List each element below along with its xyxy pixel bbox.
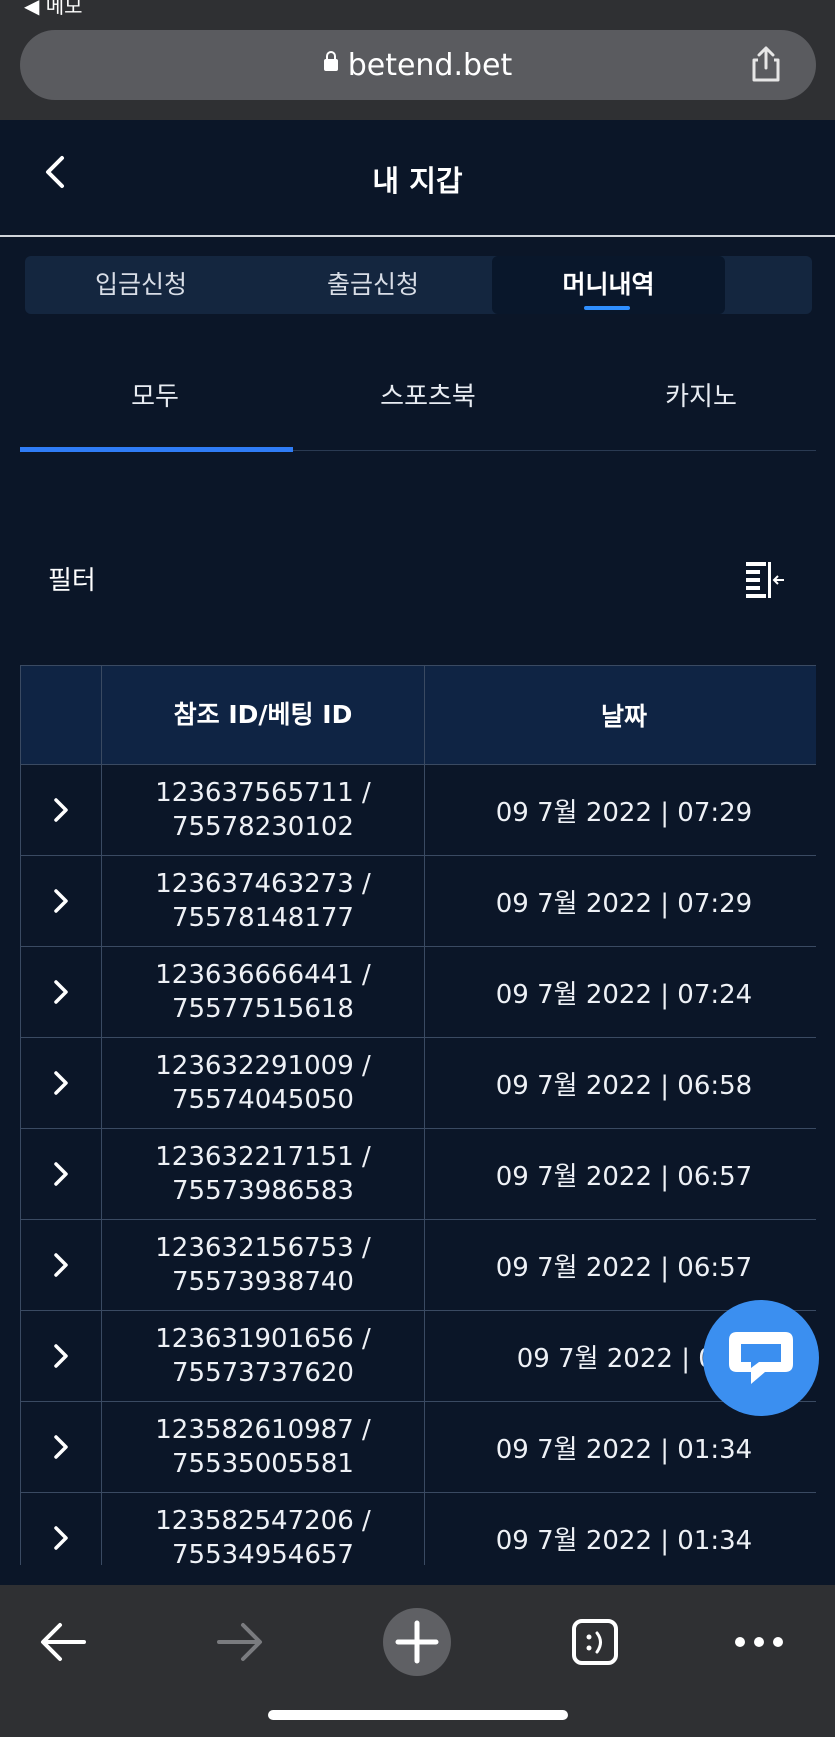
row-expand-cell[interactable] <box>20 1219 102 1311</box>
date-cell: 09 7월 2022 | 07:24 <box>424 946 816 1038</box>
url-bar[interactable]: betend.bet <box>20 30 816 100</box>
lock-icon <box>323 51 338 71</box>
tab-money-history-label: 머니내역 <box>562 270 655 299</box>
tab-money-history[interactable]: 머니내역 <box>492 256 725 314</box>
tab-deposit[interactable]: 입금신청 <box>25 256 257 314</box>
page-title: 내 지갑 <box>372 164 463 198</box>
row-expand-cell[interactable] <box>20 1128 102 1220</box>
active-subtab-indicator <box>20 447 293 452</box>
bet-id: 75534954657 <box>172 1540 354 1565</box>
row-expand-chevron-icon[interactable] <box>52 887 70 915</box>
row-expand-chevron-icon[interactable] <box>52 1069 70 1097</box>
ref-id: 123637463273 / <box>155 869 371 899</box>
ref-id-column-header: 참조 ID/베팅 ID <box>101 665 425 765</box>
date-column-header: 날짜 <box>424 665 816 765</box>
bet-id: 75577515618 <box>172 994 354 1024</box>
filter-icon[interactable] <box>742 558 786 598</box>
date-cell: 09 7월 2022 | 06:58 <box>424 1037 816 1129</box>
ref-id-cell: 123582610987 / 75535005581 <box>101 1401 425 1493</box>
table-header-row: 참조 ID/베팅 ID 날짜 <box>20 665 816 765</box>
more-icon[interactable] <box>724 1607 794 1677</box>
row-expand-cell[interactable] <box>20 764 102 856</box>
new-tab-icon[interactable] <box>382 1607 452 1677</box>
share-icon[interactable] <box>746 44 786 84</box>
table-row[interactable]: 123632156753 / 75573938740 09 7월 2022 | 0… <box>20 1219 816 1311</box>
date-cell: 09 7월 2022 | 07:29 <box>424 764 816 856</box>
row-expand-cell[interactable] <box>20 1310 102 1402</box>
row-expand-chevron-icon[interactable] <box>52 1342 70 1370</box>
bet-id: 75574045050 <box>172 1085 354 1115</box>
bet-id: 75573737620 <box>172 1358 354 1388</box>
row-expand-cell[interactable] <box>20 1037 102 1129</box>
row-expand-cell[interactable] <box>20 946 102 1038</box>
date-cell: 09 7월 2022 | 07:29 <box>424 855 816 947</box>
table-row[interactable]: 123631901656 /75573737620 09 7월 2022 | 0… <box>20 1310 816 1402</box>
chat-icon <box>729 1332 793 1384</box>
chat-button[interactable] <box>703 1300 819 1416</box>
bet-id: 75578230102 <box>172 812 354 842</box>
row-expand-chevron-icon[interactable] <box>52 1524 70 1552</box>
table-row[interactable]: 123636666441 / 75577515618 09 7월 2022 | 0… <box>20 946 816 1038</box>
ref-id-cell: 123582547206 / 75534954657 <box>101 1492 425 1565</box>
ref-id-cell: 123632291009 / 75574045050 <box>101 1037 425 1129</box>
table-row[interactable]: 123637565711 / 75578230102 09 7월 2022 | 0… <box>20 764 816 856</box>
date-cell: 09 7월 2022 | 06:57 <box>424 1219 816 1311</box>
wallet-tabs: 입금신청 출금신청 머니내역 <box>25 256 812 314</box>
row-expand-chevron-icon[interactable] <box>52 1251 70 1279</box>
browser-back-icon[interactable] <box>28 1607 98 1677</box>
date-cell: 09 7월 2022 | 06:57 <box>424 1128 816 1220</box>
table-row[interactable]: 123582610987 /75535005581 09 7월 2022 | 0… <box>20 1401 816 1493</box>
browser-top-bar: ◀ 메모 betend.bet <box>0 0 835 120</box>
table-row[interactable]: 123637463273 / 75578148177 09 7월 2022 | 0… <box>20 855 816 947</box>
row-expand-chevron-icon[interactable] <box>52 796 70 824</box>
bet-id: 75573938740 <box>172 1267 354 1297</box>
table-row[interactable]: 123632291009 / 75574045050 09 7월 2022 | 0… <box>20 1037 816 1129</box>
tabs-icon[interactable] <box>560 1607 630 1677</box>
ref-id: 123582547206 / <box>155 1506 371 1536</box>
row-expand-chevron-icon[interactable] <box>52 978 70 1006</box>
ref-id-cell: 123632217151 / 75573986583 <box>101 1128 425 1220</box>
ref-id-cell: 123632156753 / 75573938740 <box>101 1219 425 1311</box>
table-row[interactable]: 123582547206 / 75534954657 09 7월 2022 | 0… <box>20 1492 816 1565</box>
ref-id-cell: 123637565711 / 75578230102 <box>101 764 425 856</box>
bet-id: 75573986583 <box>172 1176 354 1206</box>
ref-id: 123632291009 / <box>155 1051 371 1081</box>
ref-id: 123637565711 / <box>155 778 371 808</box>
row-expand-chevron-icon[interactable] <box>52 1160 70 1188</box>
subtab-sportsbook[interactable]: 스포츠북 <box>293 376 563 413</box>
date-cell: 09 7월 2022 | 01:34 <box>424 1492 816 1565</box>
filter-label[interactable]: 필터 <box>48 560 96 597</box>
expand-column-header <box>20 665 102 765</box>
browser-forward-icon[interactable] <box>205 1607 275 1677</box>
row-expand-cell[interactable] <box>20 1492 102 1565</box>
ref-id: 123636666441 / <box>155 960 371 990</box>
active-tab-indicator <box>584 306 630 310</box>
subtab-all[interactable]: 모두 <box>20 376 290 413</box>
bet-id: 75578148177 <box>172 903 354 933</box>
row-expand-cell[interactable] <box>20 855 102 947</box>
row-expand-cell[interactable] <box>20 1401 102 1493</box>
subtab-casino[interactable]: 카지노 <box>566 376 835 413</box>
ref-id: 123582610987 / <box>155 1415 371 1445</box>
category-subtabs: 모두 스포츠북 카지노 <box>20 340 816 452</box>
page-header: 내 지갑 <box>0 120 835 237</box>
transactions-table: 참조 ID/베팅 ID 날짜 123637565711 / 75578230102… <box>20 665 816 1565</box>
url-text: betend.bet <box>347 48 513 83</box>
row-expand-chevron-icon[interactable] <box>52 1433 70 1461</box>
table-row[interactable]: 123632217151 / 75573986583 09 7월 2022 | 0… <box>20 1128 816 1220</box>
url-display: betend.bet <box>20 48 816 83</box>
transactions-table-container[interactable]: 참조 ID/베팅 ID 날짜 123637565711 / 75578230102… <box>20 665 816 1565</box>
ref-id: 123632156753 / <box>155 1233 371 1263</box>
ref-id-cell: 123636666441 / 75577515618 <box>101 946 425 1038</box>
ref-id-cell: 123637463273 / 75578148177 <box>101 855 425 947</box>
back-to-app-link[interactable]: ◀ 메모 <box>24 0 83 19</box>
ref-id: 123631901656 / <box>155 1324 371 1354</box>
bet-id: 75535005581 <box>172 1449 354 1479</box>
tab-withdraw[interactable]: 출금신청 <box>257 256 489 314</box>
ref-id: 123632217151 / <box>155 1142 371 1172</box>
ref-id-cell: 123631901656 / 75573737620 <box>101 1310 425 1402</box>
home-indicator <box>268 1710 568 1720</box>
